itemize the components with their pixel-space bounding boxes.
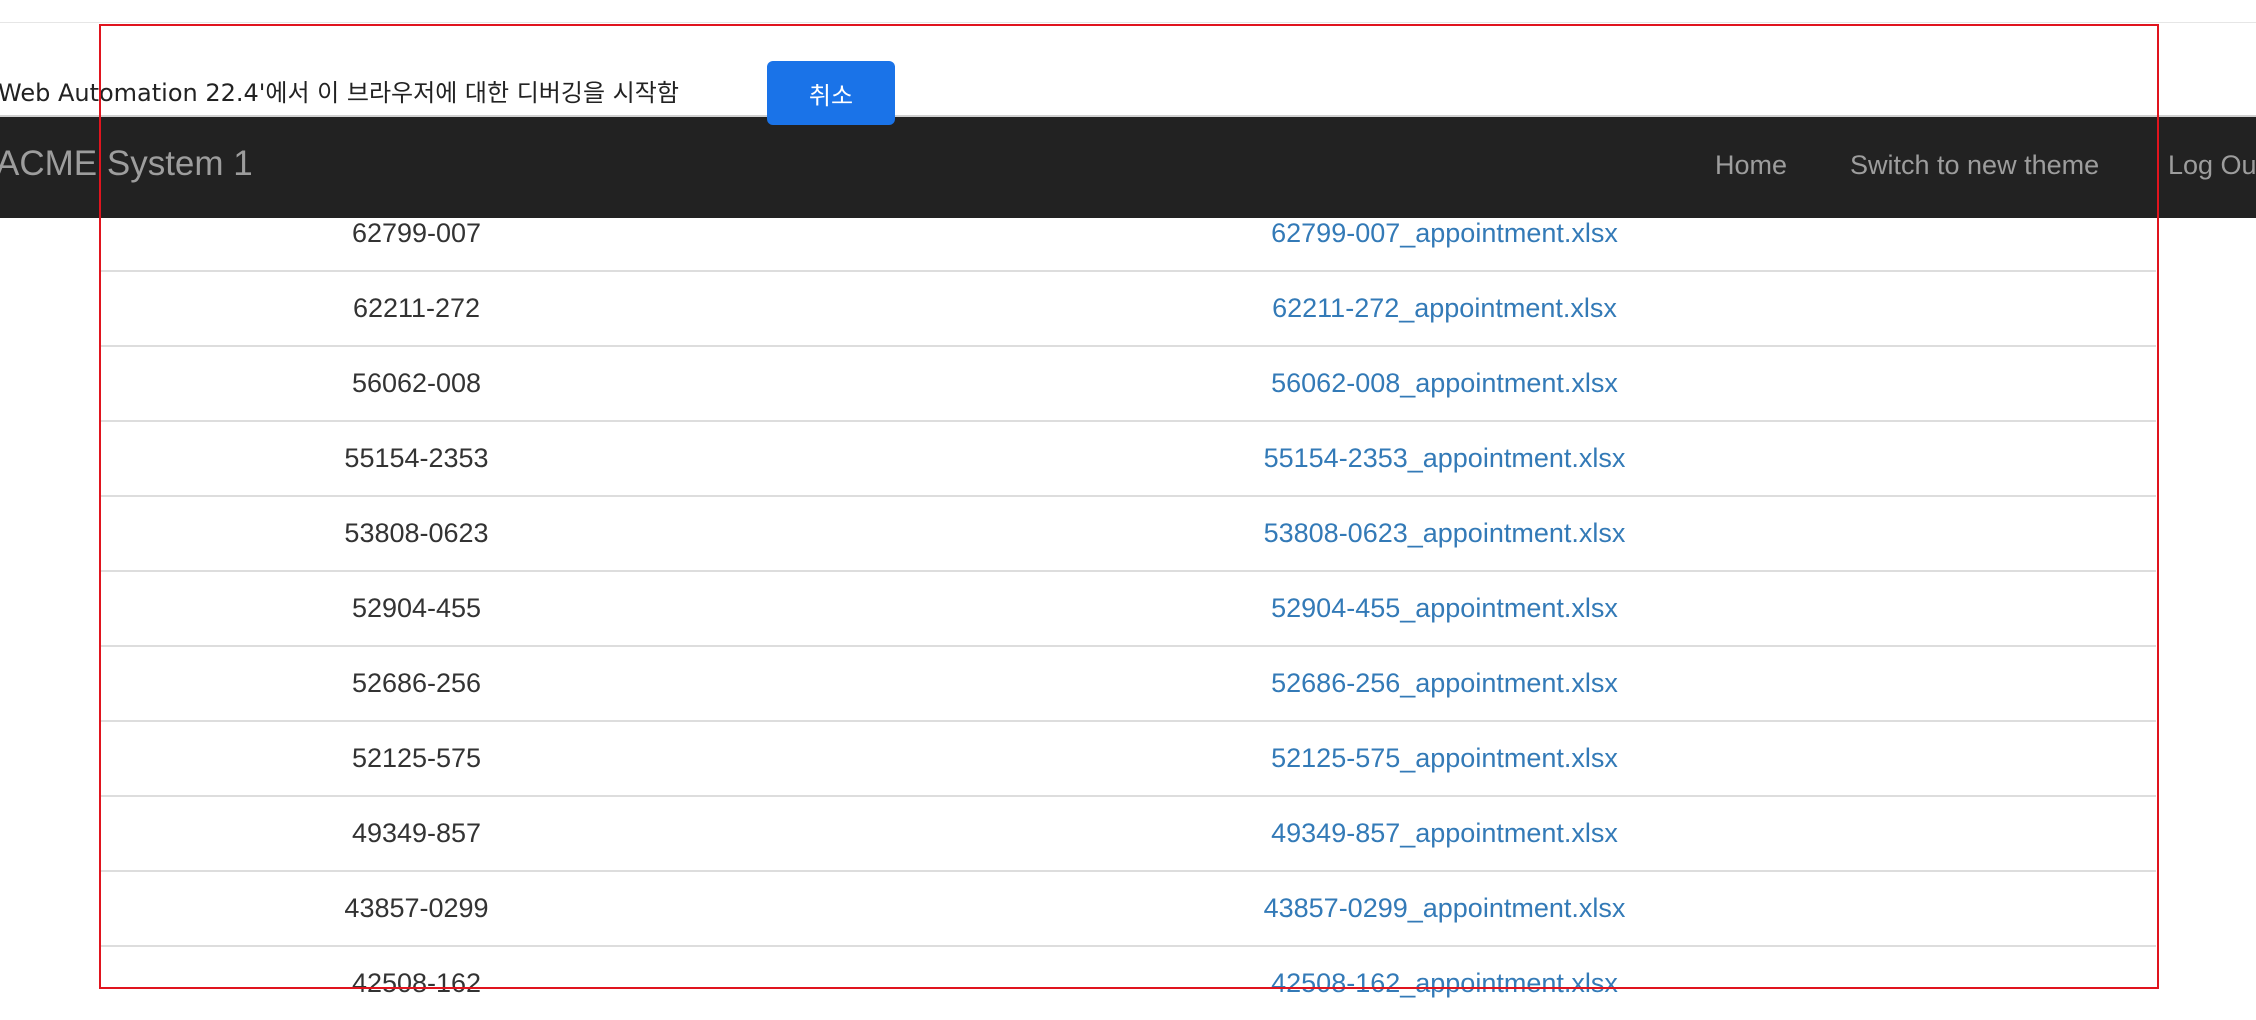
navbar: ACME System 1 Home Switch to new theme L… xyxy=(0,117,2256,218)
nav-logout-link[interactable]: Log Out xyxy=(2168,150,2256,181)
browser-top-strip xyxy=(0,0,2256,23)
table-row: 62211-272 62211-272_appointment.xlsx xyxy=(100,270,2156,346)
appointment-file-link[interactable]: 42508-162_appointment.xlsx xyxy=(1271,968,1618,998)
appointment-file-link[interactable]: 62799-007_appointment.xlsx xyxy=(1271,218,1618,248)
appointment-file-link[interactable]: 52904-455_appointment.xlsx xyxy=(1271,593,1618,623)
appointment-id-cell: 52904-455 xyxy=(100,570,733,646)
appointment-file-cell: 55154-2353_appointment.xlsx xyxy=(733,420,2156,496)
appointment-file-cell: 43857-0299_appointment.xlsx xyxy=(733,870,2156,946)
appointment-file-link[interactable]: 55154-2353_appointment.xlsx xyxy=(1264,443,1626,473)
appointment-file-link[interactable]: 52125-575_appointment.xlsx xyxy=(1271,743,1618,773)
appointment-file-cell: 52904-455_appointment.xlsx xyxy=(733,570,2156,646)
appointment-file-link[interactable]: 56062-008_appointment.xlsx xyxy=(1271,368,1618,398)
appointment-id-cell: 52125-575 xyxy=(100,720,733,796)
appointment-id-cell: 49349-857 xyxy=(100,795,733,871)
table-row: 53808-0623 53808-0623_appointment.xlsx xyxy=(100,495,2156,571)
table-row: 52686-256 52686-256_appointment.xlsx xyxy=(100,645,2156,721)
appointment-id-cell: 55154-2353 xyxy=(100,420,733,496)
appointment-file-link[interactable]: 62211-272_appointment.xlsx xyxy=(1272,293,1617,323)
appointment-file-cell: 49349-857_appointment.xlsx xyxy=(733,795,2156,871)
nav-home-link[interactable]: Home xyxy=(1715,150,1787,181)
appointment-file-cell: 62211-272_appointment.xlsx xyxy=(733,270,2156,346)
appointment-file-cell: 56062-008_appointment.xlsx xyxy=(733,345,2156,421)
cancel-button[interactable]: 취소 xyxy=(767,61,895,125)
appointment-id-cell: 56062-008 xyxy=(100,345,733,421)
appointment-file-cell: 52686-256_appointment.xlsx xyxy=(733,645,2156,721)
appointments-table: 62799-007 62799-007_appointment.xlsx 62211… xyxy=(100,195,2156,1020)
brand-link[interactable]: ACME System 1 xyxy=(0,144,253,184)
table-row: 49349-857 49349-857_appointment.xlsx xyxy=(100,795,2156,871)
table-body: 62799-007 62799-007_appointment.xlsx 62211… xyxy=(100,195,2156,1020)
appointment-file-link[interactable]: 49349-857_appointment.xlsx xyxy=(1271,818,1618,848)
appointment-file-cell: 53808-0623_appointment.xlsx xyxy=(733,495,2156,571)
debugging-infobar: Web Automation 22.4'에서 이 브라우저에 대한 디버깅을 시… xyxy=(0,23,2256,125)
table-row: 43857-0299 43857-0299_appointment.xlsx xyxy=(100,870,2156,946)
table-row: 55154-2353 55154-2353_appointment.xlsx xyxy=(100,420,2156,496)
appointment-file-link[interactable]: 53808-0623_appointment.xlsx xyxy=(1264,518,1626,548)
appointment-id-cell: 53808-0623 xyxy=(100,495,733,571)
nav-switch-theme-link[interactable]: Switch to new theme xyxy=(1850,150,2099,181)
appointment-file-link[interactable]: 52686-256_appointment.xlsx xyxy=(1271,668,1618,698)
table-row: 56062-008 56062-008_appointment.xlsx xyxy=(100,345,2156,421)
debugging-message: Web Automation 22.4'에서 이 브라우저에 대한 디버깅을 시… xyxy=(0,79,679,107)
appointment-file-cell: 52125-575_appointment.xlsx xyxy=(733,720,2156,796)
table-row: 42508-162 42508-162_appointment.xlsx xyxy=(100,945,2156,1020)
appointment-file-cell: 42508-162_appointment.xlsx xyxy=(733,945,2156,1020)
appointment-id-cell: 52686-256 xyxy=(100,645,733,721)
table-row: 52904-455 52904-455_appointment.xlsx xyxy=(100,570,2156,646)
appointment-id-cell: 43857-0299 xyxy=(100,870,733,946)
appointment-id-cell: 42508-162 xyxy=(100,945,733,1020)
appointment-file-link[interactable]: 43857-0299_appointment.xlsx xyxy=(1264,893,1626,923)
table-row: 52125-575 52125-575_appointment.xlsx xyxy=(100,720,2156,796)
appointment-id-cell: 62211-272 xyxy=(100,270,733,346)
